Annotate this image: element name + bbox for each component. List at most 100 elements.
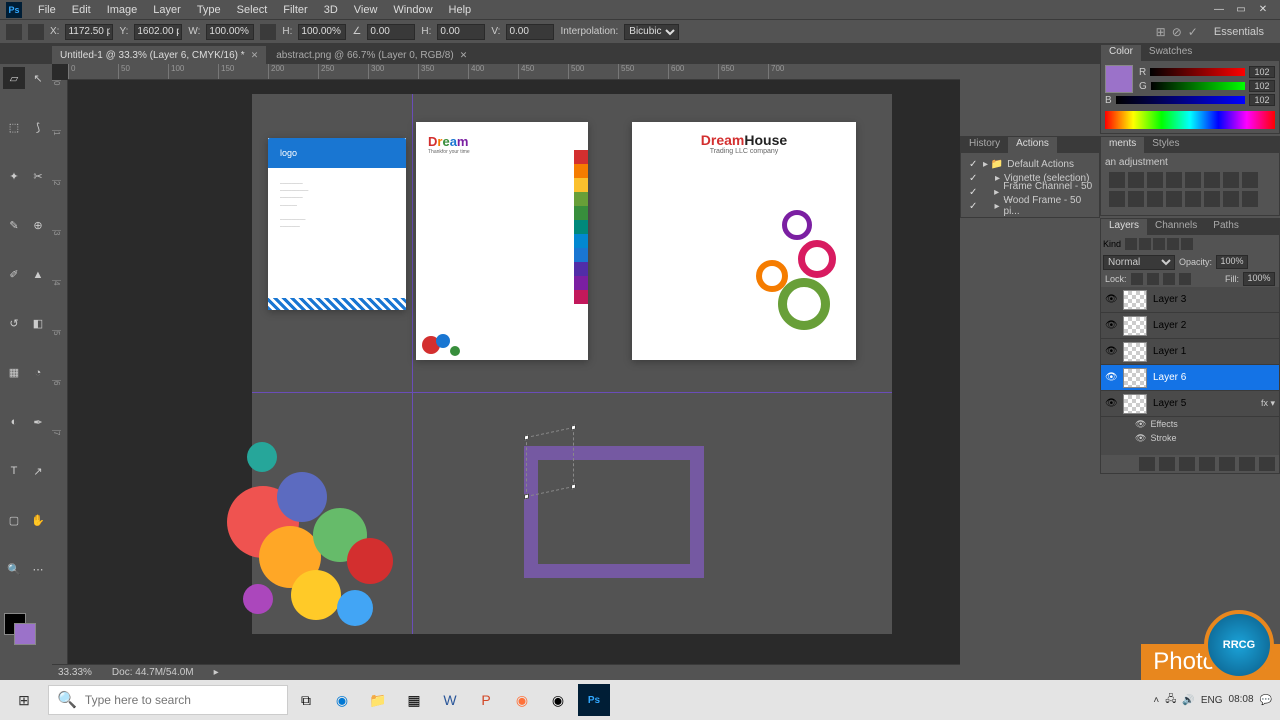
layer-row[interactable]: 👁Layer 2 xyxy=(1101,313,1279,339)
lock-position-icon[interactable] xyxy=(1163,273,1175,285)
layer-row[interactable]: 👁Layer 5fx ▾ xyxy=(1101,391,1279,417)
pen-tool-icon[interactable]: ✒ xyxy=(27,411,49,433)
zoom-level[interactable]: 33.33% xyxy=(58,667,92,678)
commit-transform-icon[interactable]: ✓ xyxy=(1188,25,1198,39)
g-value[interactable]: 102 xyxy=(1249,80,1275,92)
crop-tool-icon[interactable]: ✂ xyxy=(27,165,49,187)
link-wh-icon[interactable] xyxy=(260,24,276,40)
gradient-tool-icon[interactable]: ▦ xyxy=(3,362,25,384)
filter-pixel-icon[interactable] xyxy=(1125,238,1137,250)
filter-adj-icon[interactable] xyxy=(1139,238,1151,250)
layer-name[interactable]: Layer 5 xyxy=(1153,398,1186,409)
r-slider[interactable] xyxy=(1150,68,1245,76)
app-icon[interactable]: ▦ xyxy=(398,684,430,716)
adj-curves-icon[interactable] xyxy=(1147,172,1163,188)
w-input[interactable] xyxy=(206,24,254,40)
blur-tool-icon[interactable]: ◔ xyxy=(27,362,49,384)
cancel-transform-icon[interactable]: ⊘ xyxy=(1172,25,1182,39)
adj-bw-icon[interactable] xyxy=(1242,172,1258,188)
menu-3d[interactable]: 3D xyxy=(316,2,346,18)
history-brush-icon[interactable]: ↺ xyxy=(3,313,25,335)
ruler-horizontal[interactable]: 0501001502002503003504004505005506006507… xyxy=(68,64,960,80)
opacity-input[interactable]: 100% xyxy=(1216,255,1248,269)
layer-name[interactable]: Layer 1 xyxy=(1153,346,1186,357)
adj-posterize-icon[interactable] xyxy=(1185,191,1201,207)
transform-handle[interactable] xyxy=(524,434,529,440)
tab-close-icon[interactable]: ✕ xyxy=(460,50,468,61)
menu-view[interactable]: View xyxy=(346,2,386,18)
transform-tool-icon[interactable] xyxy=(6,24,22,40)
ruler-vertical[interactable]: 01234567 xyxy=(52,80,68,680)
tab-layers[interactable]: Layers xyxy=(1101,219,1147,235)
angle-input[interactable] xyxy=(367,24,415,40)
brush-tool-icon[interactable]: ✐ xyxy=(3,264,25,286)
menu-type[interactable]: Type xyxy=(189,2,229,18)
layer-thumb-icon[interactable] xyxy=(1123,368,1147,388)
layer-stroke-row[interactable]: 👁Stroke xyxy=(1101,431,1279,445)
r-value[interactable]: 102 xyxy=(1249,66,1275,78)
edge-icon[interactable]: ◉ xyxy=(326,684,358,716)
tab-actions[interactable]: Actions xyxy=(1008,137,1057,153)
layer-effects-row[interactable]: 👁Effects xyxy=(1101,417,1279,431)
new-layer-icon[interactable] xyxy=(1239,457,1255,471)
shape-tool-icon[interactable]: ▢ xyxy=(3,509,25,531)
layer-thumb-icon[interactable] xyxy=(1123,316,1147,336)
filter-smart-icon[interactable] xyxy=(1181,238,1193,250)
photoshop-icon[interactable]: Ps xyxy=(578,684,610,716)
document-tab-active[interactable]: Untitled-1 @ 33.3% (Layer 6, CMYK/16) * … xyxy=(52,46,266,64)
layer-thumb-icon[interactable] xyxy=(1123,394,1147,414)
move-tool-icon[interactable]: ▱ xyxy=(3,67,25,89)
layer-row[interactable]: 👁 Layer 1 xyxy=(1101,339,1279,365)
fill-input[interactable]: 100% xyxy=(1243,272,1275,286)
delete-layer-icon[interactable] xyxy=(1259,457,1275,471)
tab-color[interactable]: Color xyxy=(1101,45,1141,61)
tab-styles[interactable]: Styles xyxy=(1144,137,1187,153)
adj-exposure-icon[interactable] xyxy=(1166,172,1182,188)
visibility-icon[interactable]: 👁 xyxy=(1105,346,1117,357)
color-swatches[interactable] xyxy=(2,613,50,653)
explorer-icon[interactable]: 📁 xyxy=(362,684,394,716)
blend-mode-select[interactable]: Normal xyxy=(1103,255,1175,270)
layer-name[interactable]: Layer 3 xyxy=(1153,294,1186,305)
filter-type-icon[interactable] xyxy=(1153,238,1165,250)
notifications-icon[interactable]: 💬 xyxy=(1260,695,1272,706)
doc-size[interactable]: Doc: 44.7M/54.0M xyxy=(112,667,194,678)
adj-lookup-icon[interactable] xyxy=(1147,191,1163,207)
tab-swatches[interactable]: Swatches xyxy=(1141,45,1200,61)
dodge-tool-icon[interactable]: ◐ xyxy=(3,411,25,433)
task-view-icon[interactable]: ⧉ xyxy=(290,684,322,716)
menu-file[interactable]: File xyxy=(30,2,64,18)
layer-thumb-icon[interactable] xyxy=(1123,342,1147,362)
tab-paths[interactable]: Paths xyxy=(1205,219,1247,235)
search-input[interactable] xyxy=(85,693,279,707)
powerpoint-icon[interactable]: P xyxy=(470,684,502,716)
menu-filter[interactable]: Filter xyxy=(275,2,315,18)
type-tool-icon[interactable]: T xyxy=(3,460,25,482)
layer-thumb-icon[interactable] xyxy=(1123,290,1147,310)
adj-brightness-icon[interactable] xyxy=(1109,172,1125,188)
stamp-tool-icon[interactable]: ▲ xyxy=(27,264,49,286)
transform-handle[interactable] xyxy=(524,493,529,499)
lasso-tool-icon[interactable]: ⟆ xyxy=(27,116,49,138)
word-icon[interactable]: W xyxy=(434,684,466,716)
edit-toolbar-icon[interactable]: ⋯ xyxy=(27,559,49,581)
y-input[interactable] xyxy=(134,24,182,40)
adj-photo-filter-icon[interactable] xyxy=(1109,191,1125,207)
new-adjustment-icon[interactable] xyxy=(1199,457,1215,471)
adj-invert-icon[interactable] xyxy=(1166,191,1182,207)
layer-row-selected[interactable]: 👁Layer 6 xyxy=(1101,365,1279,391)
tab-close-icon[interactable]: ✕ xyxy=(251,50,259,61)
chrome-icon[interactable]: ◉ xyxy=(542,684,574,716)
adj-hue-icon[interactable] xyxy=(1204,172,1220,188)
canvas[interactable]: logo ───────────────────────────────────… xyxy=(252,94,892,634)
layer-row[interactable]: 👁 Layer 3 xyxy=(1101,287,1279,313)
lock-all-icon[interactable] xyxy=(1179,273,1191,285)
visibility-icon[interactable]: 👁 xyxy=(1105,294,1117,305)
menu-window[interactable]: Window xyxy=(385,2,440,18)
marquee-tool-icon[interactable]: ⬚ xyxy=(3,116,25,138)
menu-edit[interactable]: Edit xyxy=(64,2,99,18)
background-swatch[interactable] xyxy=(14,623,36,645)
layer-style-icon[interactable] xyxy=(1159,457,1175,471)
lang-icon[interactable]: ENG xyxy=(1201,695,1223,706)
visibility-icon[interactable]: 👁 xyxy=(1105,372,1117,383)
